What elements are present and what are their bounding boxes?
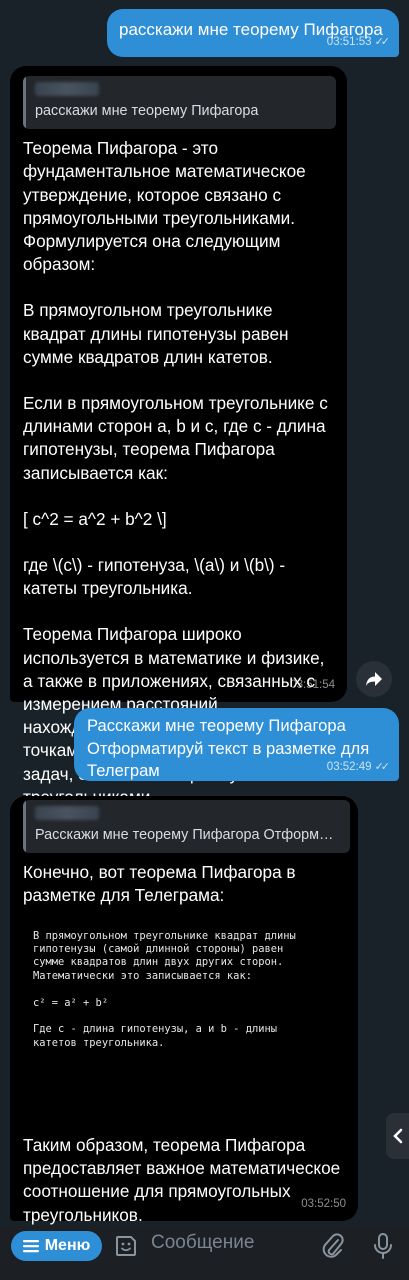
sticker-emoji-icon[interactable] <box>114 1234 138 1258</box>
incoming-message[interactable]: Расскажи мне теорему Пифагора Отформатир… <box>10 796 358 1225</box>
message-paragraph: Если в прямоугольном треугольнике с длин… <box>23 393 333 483</box>
menu-button[interactable]: Меню <box>11 1231 102 1261</box>
reply-preview[interactable]: Расскажи мне теорему Пифагора Отформатир… <box>23 800 350 854</box>
reply-text: Расскажи мне теорему Пифагора Отформатир… <box>35 827 340 843</box>
microphone-icon[interactable] <box>372 1232 394 1260</box>
paperclip-icon[interactable] <box>321 1232 345 1260</box>
message-time: 03:51:53 ✓✓ <box>326 36 391 48</box>
forward-button[interactable] <box>356 661 392 697</box>
message-paragraph: В прямоугольном треугольнике квадрат дли… <box>23 300 294 367</box>
code-block[interactable]: В прямоугольном треугольнике квадрат дли… <box>23 914 348 1051</box>
incoming-message[interactable]: расскажи мне теорему Пифагора Теорема Пи… <box>10 66 347 807</box>
message-paragraph: Теорема Пифагора - это фундаментальное м… <box>23 138 311 275</box>
reply-sender-name-blurred <box>35 82 99 96</box>
outgoing-message[interactable]: расскажи мне теорему Пифагора 03:51:53 ✓✓ <box>107 9 399 57</box>
message-time: 03:52:50 <box>301 1197 346 1210</box>
message-formula: [ c^2 = a^2 + b^2 \] <box>23 508 167 529</box>
double-check-icon: ✓✓ <box>374 36 391 48</box>
message-paragraph: Таким образом, теорема Пифагора предоста… <box>23 1135 345 1225</box>
scroll-side-button[interactable] <box>386 1113 409 1159</box>
menu-label: Меню <box>44 1237 91 1254</box>
forward-arrow-icon <box>366 672 382 686</box>
message-time: 03:51:54 <box>290 678 335 691</box>
message-input[interactable]: Сообщение <box>151 1232 254 1254</box>
message-paragraph: Конечно, вот теорема Пифагора в разметке… <box>23 862 301 906</box>
chevron-left-icon <box>392 1128 402 1144</box>
reply-sender-name-blurred <box>35 806 99 820</box>
outgoing-message[interactable]: Расскажи мне теорему Пифагора Отформатир… <box>74 708 399 781</box>
message-paragraph: где \(c\) - гипотенуза, \(a\) и \(b\) - … <box>23 555 290 599</box>
reply-preview[interactable]: расскажи мне теорему Пифагора <box>23 76 336 130</box>
double-check-icon: ✓✓ <box>374 760 391 773</box>
menu-lines-icon <box>22 1240 39 1253</box>
message-time: 03:52:49 ✓✓ <box>326 760 391 773</box>
reply-text: расскажи мне теорему Пифагора <box>35 103 259 119</box>
